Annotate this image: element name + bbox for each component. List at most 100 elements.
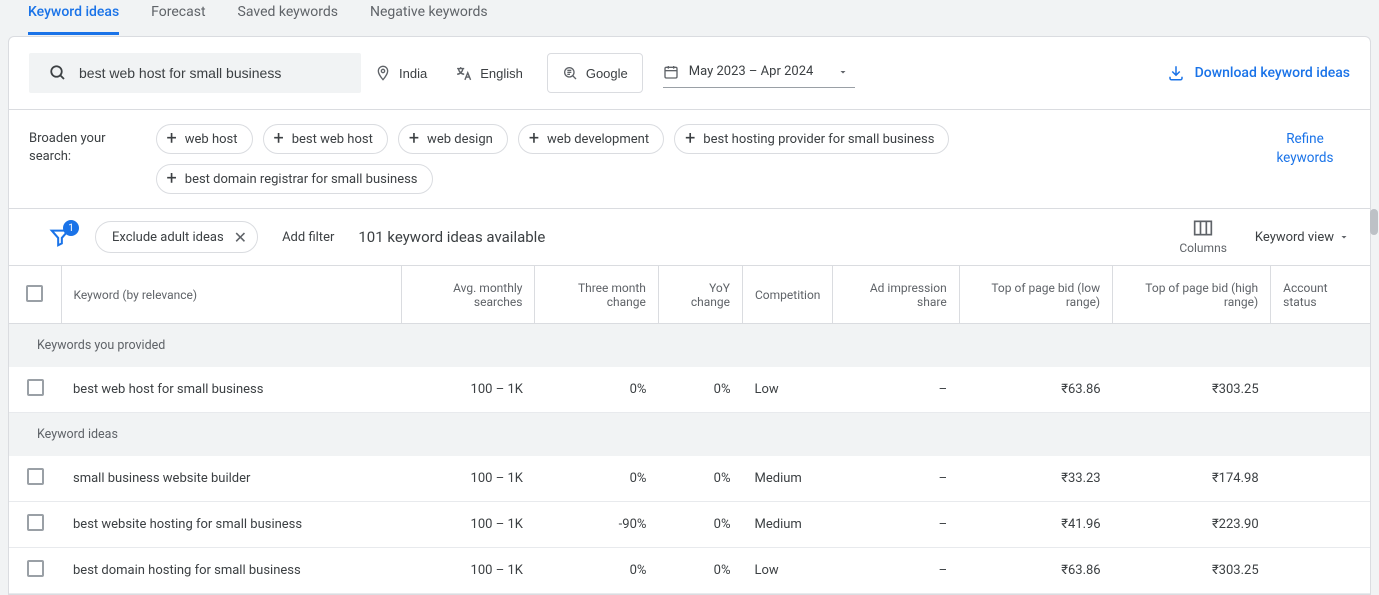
filter-bar: 1 Exclude adult ideas ✕ Add filter 101 k… [9, 209, 1370, 265]
keyword-table: Keyword (by relevance) Avg. monthly sear… [9, 265, 1370, 594]
cell-avg: 100 – 1K [401, 502, 535, 548]
cell-yoy: 0% [658, 367, 742, 413]
cell-impression: – [833, 456, 959, 502]
location-icon [375, 65, 391, 81]
language-label: English [480, 66, 523, 81]
download-icon [1167, 64, 1185, 82]
ideas-count: 101 keyword ideas available [358, 228, 545, 246]
broaden-chip[interactable]: +best web host [263, 124, 388, 154]
search-input[interactable] [79, 65, 349, 81]
col-ad-impression[interactable]: Ad impression share [833, 266, 959, 324]
col-avg[interactable]: Avg. monthly searches [401, 266, 535, 324]
chevron-down-icon [837, 66, 849, 78]
broaden-chip[interactable]: +web development [518, 124, 664, 154]
cell-tmc: 0% [535, 456, 658, 502]
broaden-chip[interactable]: +web design [398, 124, 508, 154]
tab-negative-keywords[interactable]: Negative keywords [370, 0, 488, 35]
plus-icon: + [274, 130, 284, 148]
toolbar: India English Google May 2023 – Apr 2024… [9, 37, 1370, 110]
broaden-chip[interactable]: +best hosting provider for small busines… [674, 124, 949, 154]
date-range-label: May 2023 – Apr 2024 [689, 64, 814, 79]
tab-forecast[interactable]: Forecast [151, 0, 205, 35]
col-tmc[interactable]: Three month change [535, 266, 658, 324]
chevron-down-icon [1338, 231, 1350, 243]
broaden-section: Broaden yoursearch: +web host +best web … [9, 110, 1370, 209]
scrollbar-thumb[interactable] [1370, 209, 1378, 235]
location-button[interactable]: India [361, 53, 441, 93]
filter-chip-label: Exclude adult ideas [112, 230, 224, 245]
table-row[interactable]: best domain hosting for small business 1… [9, 548, 1370, 594]
col-keyword[interactable]: Keyword (by relevance) [61, 266, 401, 324]
cell-bid-low: ₹63.86 [959, 367, 1112, 413]
tab-saved-keywords[interactable]: Saved keywords [238, 0, 338, 35]
cell-bid-low: ₹41.96 [959, 502, 1112, 548]
cell-status [1271, 456, 1370, 502]
location-label: India [399, 66, 427, 81]
col-competition[interactable]: Competition [743, 266, 833, 324]
cell-avg: 100 – 1K [401, 456, 535, 502]
row-checkbox[interactable] [27, 468, 44, 485]
cell-bid-low: ₹63.86 [959, 548, 1112, 594]
broaden-chip[interactable]: +web host [156, 124, 253, 154]
table-row[interactable]: best website hosting for small business … [9, 502, 1370, 548]
language-icon [455, 65, 472, 82]
cell-tmc: -90% [535, 502, 658, 548]
network-icon [562, 65, 578, 81]
cell-keyword: best domain hosting for small business [61, 548, 401, 594]
keyword-view-button[interactable]: Keyword view [1255, 230, 1350, 245]
filter-funnel-button[interactable]: 1 [49, 226, 71, 248]
view-label: Keyword view [1255, 230, 1334, 245]
cell-impression: – [833, 367, 959, 413]
col-bid-high[interactable]: Top of page bid (high range) [1113, 266, 1271, 324]
row-checkbox[interactable] [27, 514, 44, 531]
refine-keywords-link[interactable]: Refinekeywords [1260, 124, 1350, 168]
close-icon[interactable]: ✕ [234, 228, 247, 247]
main-panel: India English Google May 2023 – Apr 2024… [8, 36, 1371, 595]
cell-yoy: 0% [658, 548, 742, 594]
col-bid-low[interactable]: Top of page bid (low range) [959, 266, 1112, 324]
broaden-chips: +web host +best web host +web design +we… [156, 124, 1210, 194]
cell-impression: – [833, 502, 959, 548]
cell-yoy: 0% [658, 456, 742, 502]
table-row[interactable]: best web host for small business 100 – 1… [9, 367, 1370, 413]
plus-icon: + [167, 130, 177, 148]
section-provided: Keywords you provided [9, 324, 1370, 368]
cell-keyword: small business website builder [61, 456, 401, 502]
cell-bid-high: ₹303.25 [1113, 367, 1271, 413]
columns-icon [1193, 219, 1213, 237]
filter-badge: 1 [63, 220, 79, 236]
download-label: Download keyword ideas [1195, 65, 1350, 81]
table-row[interactable]: small business website builder 100 – 1K … [9, 456, 1370, 502]
col-account-status[interactable]: Account status [1271, 266, 1370, 324]
broaden-chip[interactable]: +best domain registrar for small busines… [156, 164, 433, 194]
cell-keyword: best web host for small business [61, 367, 401, 413]
row-checkbox[interactable] [27, 560, 44, 577]
language-button[interactable]: English [441, 53, 537, 93]
col-yoy[interactable]: YoY change [658, 266, 742, 324]
cell-keyword: best website hosting for small business [61, 502, 401, 548]
cell-bid-high: ₹223.90 [1113, 502, 1271, 548]
columns-button[interactable]: Columns [1179, 219, 1227, 255]
cell-avg: 100 – 1K [401, 367, 535, 413]
download-keyword-ideas[interactable]: Download keyword ideas [1167, 64, 1350, 82]
calendar-icon [663, 64, 679, 80]
cell-tmc: 0% [535, 548, 658, 594]
network-button[interactable]: Google [547, 53, 643, 93]
add-filter-button[interactable]: Add filter [282, 230, 334, 245]
cell-competition: Medium [743, 456, 833, 502]
date-range-button[interactable]: May 2023 – Apr 2024 [663, 58, 856, 88]
filter-chip-exclude-adult[interactable]: Exclude adult ideas ✕ [95, 221, 258, 253]
row-checkbox[interactable] [27, 379, 44, 396]
cell-status [1271, 548, 1370, 594]
cell-bid-high: ₹174.98 [1113, 456, 1271, 502]
tab-bar: Keyword ideas Forecast Saved keywords Ne… [0, 0, 1379, 36]
network-label: Google [586, 66, 628, 81]
cell-bid-high: ₹303.25 [1113, 548, 1271, 594]
columns-label: Columns [1179, 241, 1227, 255]
cell-status [1271, 502, 1370, 548]
search-box[interactable] [29, 53, 361, 93]
plus-icon: + [409, 130, 419, 148]
tab-keyword-ideas[interactable]: Keyword ideas [28, 0, 119, 35]
plus-icon: + [529, 130, 539, 148]
select-all-checkbox[interactable] [26, 285, 43, 302]
